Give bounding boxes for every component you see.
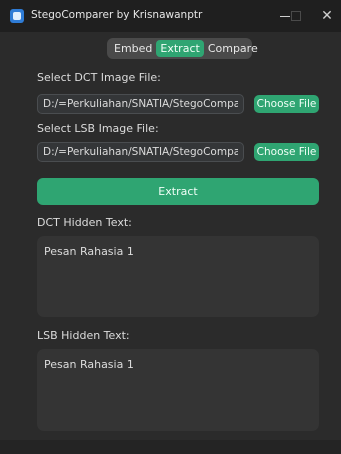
dct-hidden-text-label: DCT Hidden Text: <box>37 216 132 229</box>
tab-embed[interactable]: Embed <box>110 40 156 57</box>
dct-path-input[interactable] <box>37 94 244 114</box>
lsb-hidden-textbox[interactable]: Pesan Rahasia 1 <box>37 349 319 431</box>
dct-hidden-textbox[interactable]: Pesan Rahasia 1 <box>37 236 319 317</box>
close-icon: ✕ <box>321 8 333 24</box>
lsb-choose-file-button[interactable]: Choose File <box>254 143 319 161</box>
lsb-path-input[interactable] <box>37 142 244 162</box>
title-bar: StegoComparer by Krisnawanptr ✕ <box>0 0 341 32</box>
lsb-file-label: Select LSB Image File: <box>37 122 159 135</box>
mode-tabs: Embed Extract Compare <box>107 38 258 59</box>
close-button[interactable]: ✕ <box>313 0 341 32</box>
dct-choose-file-button[interactable]: Choose File <box>254 95 319 113</box>
tab-compare[interactable]: Compare <box>204 40 262 57</box>
window-title: StegoComparer by Krisnawanptr <box>31 9 203 21</box>
tab-extract[interactable]: Extract <box>156 40 204 57</box>
window-bottom-strip <box>0 440 341 454</box>
lsb-hidden-text-label: LSB Hidden Text: <box>37 329 130 342</box>
maximize-button[interactable] <box>279 0 313 32</box>
app-icon <box>10 9 24 23</box>
maximize-icon <box>291 11 301 21</box>
dct-file-label: Select DCT Image File: <box>37 71 161 84</box>
extract-button[interactable]: Extract <box>37 178 319 205</box>
